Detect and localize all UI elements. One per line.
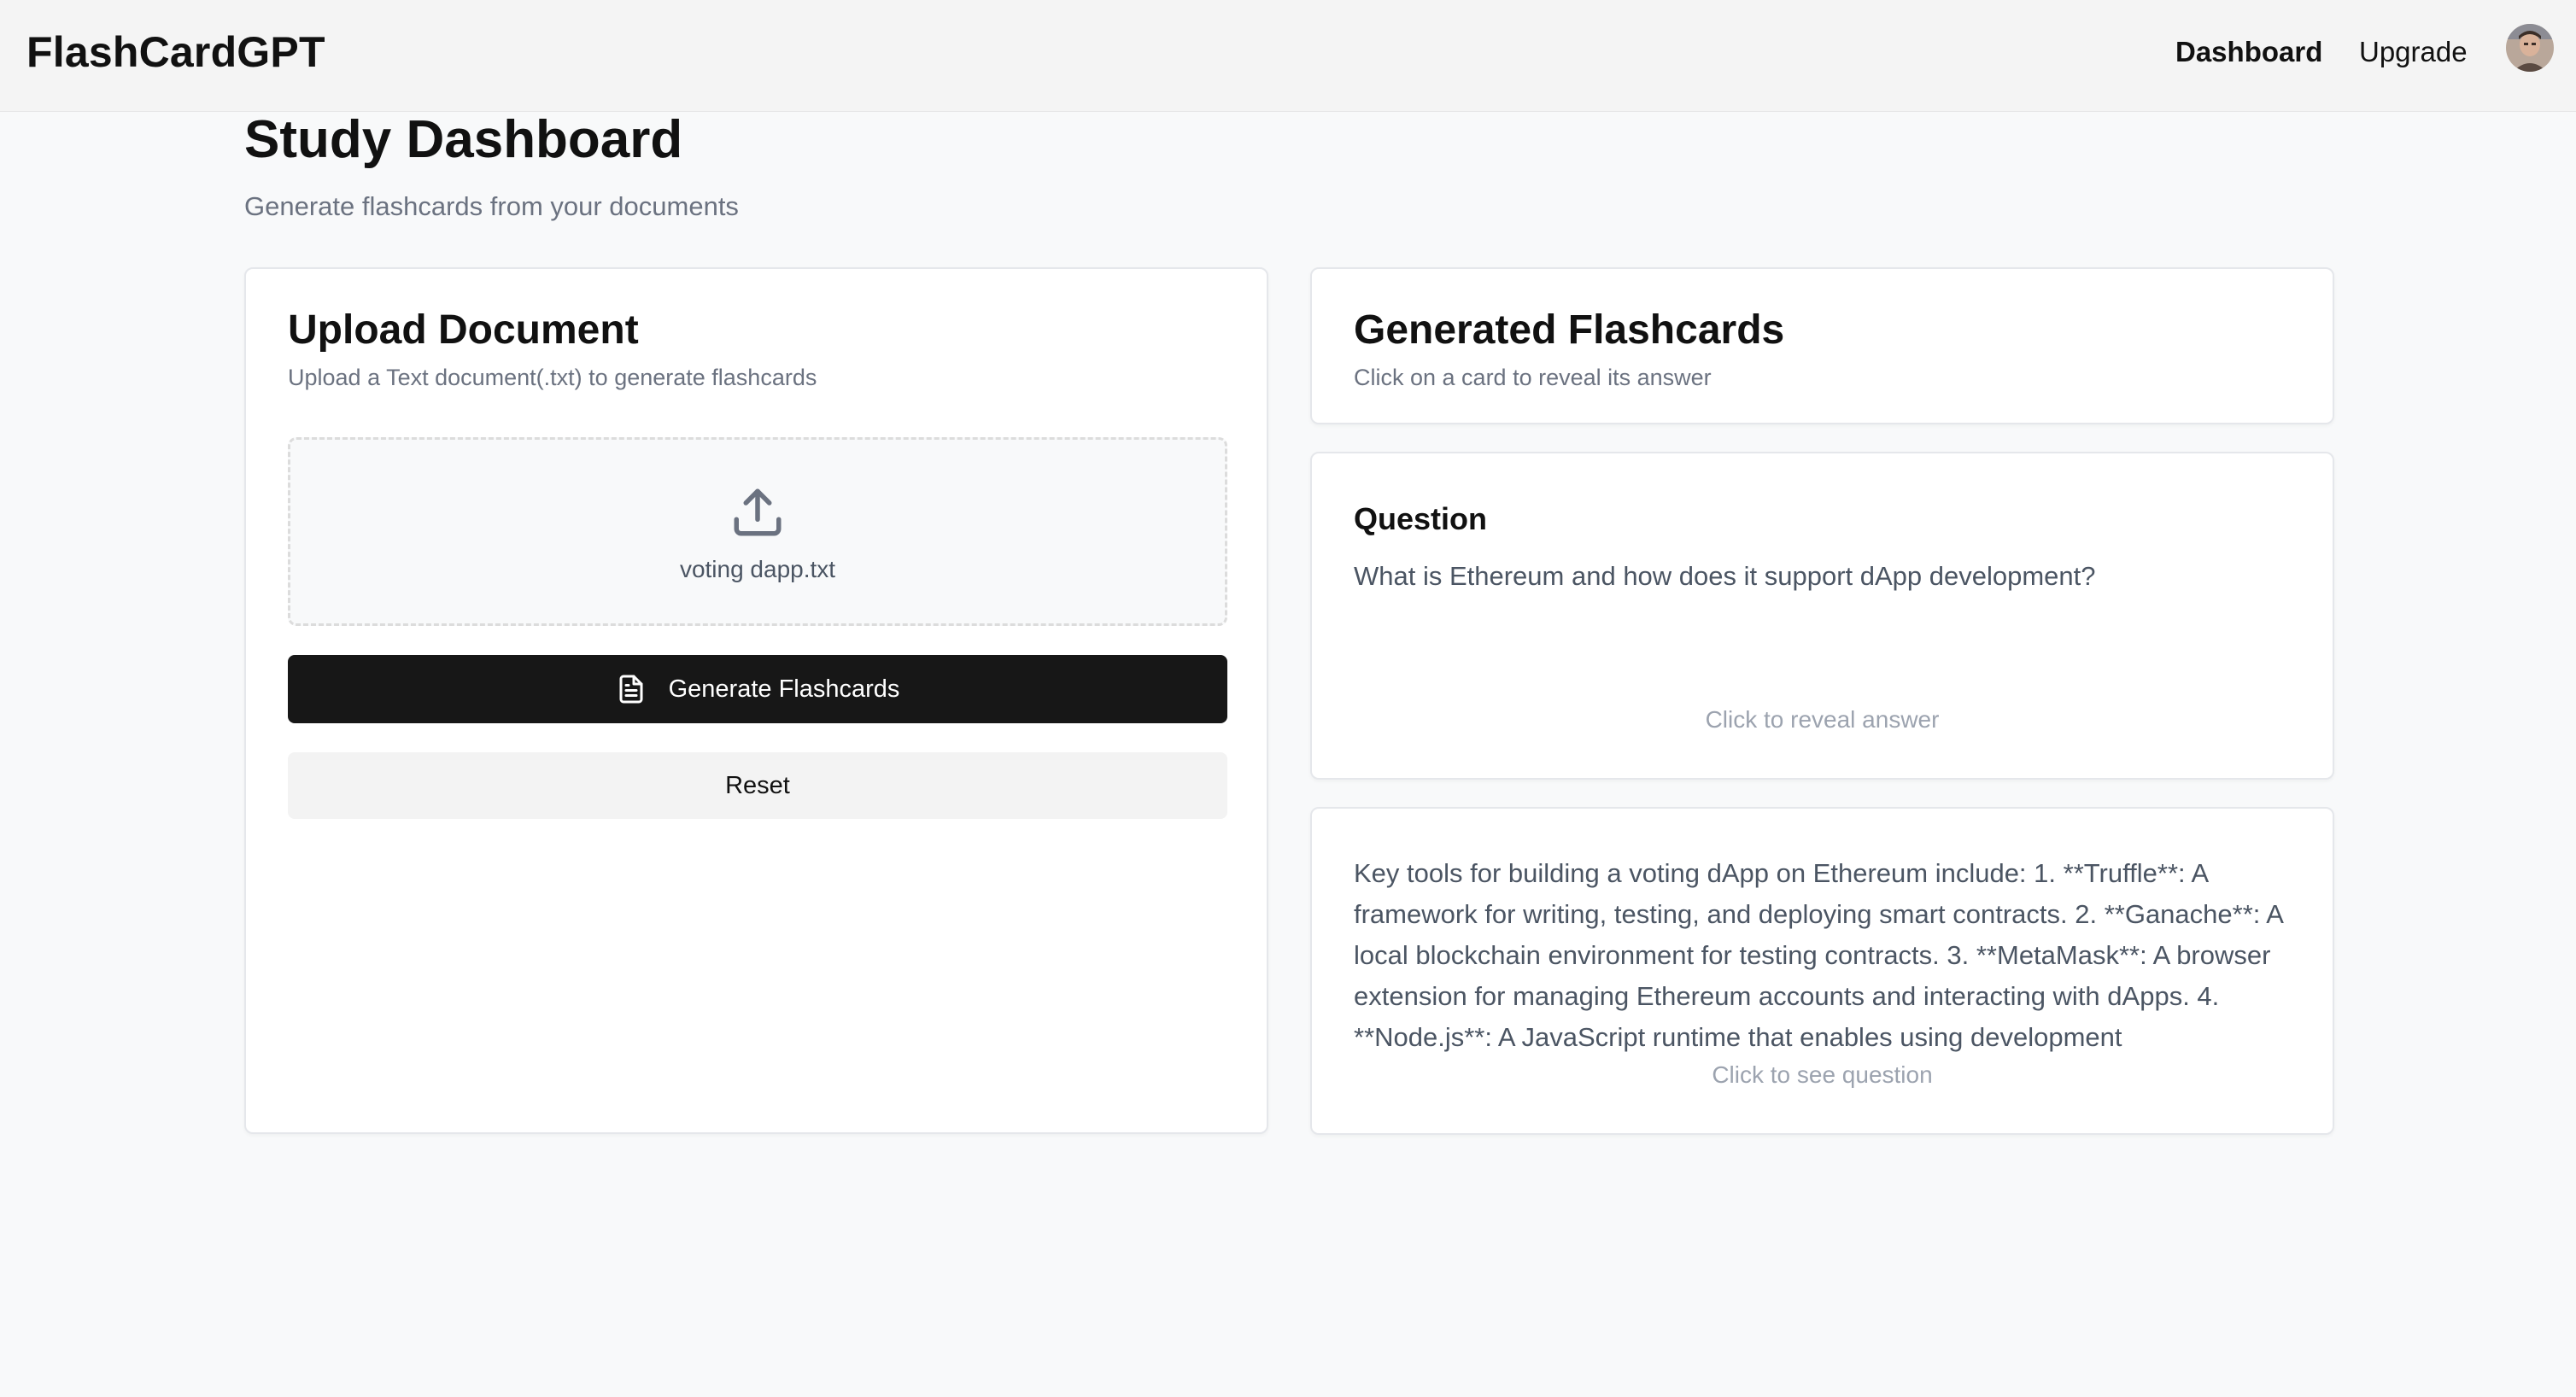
brand-logo[interactable]: FlashCardGPT — [26, 27, 325, 77]
upload-icon — [734, 488, 782, 536]
file-dropzone[interactable]: voting dapp.txt — [288, 437, 1227, 626]
generate-flashcards-button[interactable]: Generate Flashcards — [288, 655, 1227, 723]
see-question-hint: Click to see question — [1712, 1061, 1933, 1088]
flashcards-header-card: Generated Flashcards Click on a card to … — [1310, 267, 2334, 424]
nav-upgrade-link[interactable]: Upgrade — [2359, 36, 2468, 68]
question-text: What is Ethereum and how does it support… — [1354, 561, 2096, 591]
upload-card-title: Upload Document — [288, 307, 639, 353]
reset-button-label: Reset — [725, 771, 790, 799]
generate-button-label: Generate Flashcards — [668, 675, 900, 703]
question-label: Question — [1354, 501, 1488, 536]
nav-dashboard-link[interactable]: Dashboard — [2175, 36, 2322, 68]
user-avatar[interactable] — [2506, 24, 2554, 72]
upload-document-card: Upload Document Upload a Text document(.… — [244, 267, 1268, 1134]
flashcard-answer[interactable]: Key tools for building a voting dApp on … — [1310, 807, 2334, 1135]
upload-card-description: Upload a Text document(.txt) to generate… — [288, 365, 817, 390]
flashcards-title: Generated Flashcards — [1354, 307, 1785, 353]
reveal-answer-hint: Click to reveal answer — [1705, 706, 1940, 733]
page-title: Study Dashboard — [244, 110, 683, 169]
top-navbar: FlashCardGPT Dashboard Upgrade — [0, 0, 2576, 112]
page-subtitle: Generate flashcards from your documents — [244, 191, 739, 221]
avatar-image — [2506, 24, 2554, 72]
reset-button[interactable]: Reset — [288, 752, 1227, 819]
document-icon — [619, 675, 643, 704]
answer-text: Key tools for building a voting dApp on … — [1354, 858, 2283, 1052]
flashcard-question[interactable]: Question What is Ethereum and how does i… — [1310, 452, 2334, 780]
flashcards-description: Click on a card to reveal its answer — [1354, 365, 1712, 390]
selected-file-name: voting dapp.txt — [679, 556, 836, 582]
